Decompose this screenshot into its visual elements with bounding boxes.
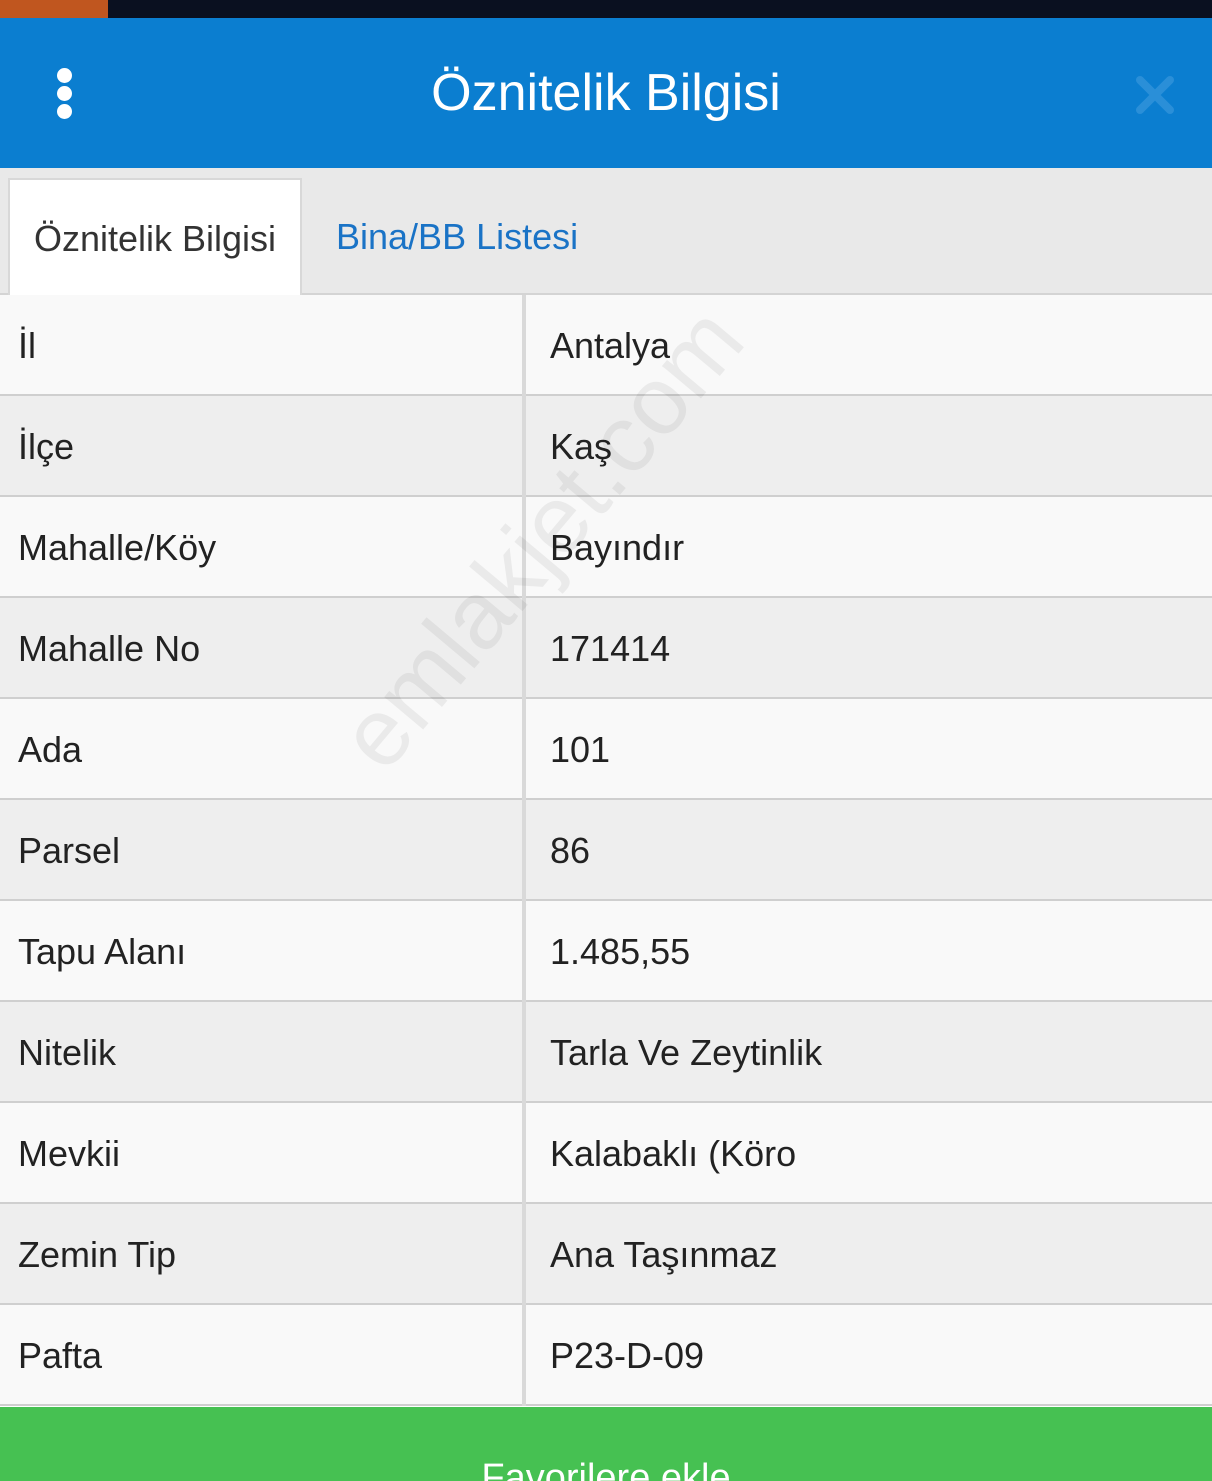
- header-bar: Öznitelik Bilgisi: [0, 18, 1212, 168]
- more-vertical-icon[interactable]: [44, 58, 86, 128]
- row-value: Tarla Ve Zeytinlik: [550, 1032, 823, 1073]
- table-row: İlçe Kaş: [0, 396, 1212, 497]
- row-label: Pafta: [18, 1335, 103, 1376]
- table-row: Pafta P23-D-09: [0, 1305, 1212, 1406]
- page-title: Öznitelik Bilgisi: [431, 64, 781, 122]
- row-value: Kalabaklı (Köro: [550, 1133, 797, 1174]
- column-divider: [522, 901, 526, 1002]
- row-value: Bayındır: [550, 527, 685, 568]
- row-label: Mevkii: [18, 1133, 121, 1174]
- table-row: İl Antalya: [0, 295, 1212, 396]
- close-icon[interactable]: [1134, 74, 1176, 116]
- row-label: İlçe: [18, 426, 75, 467]
- column-divider: [522, 800, 526, 901]
- column-divider: [522, 396, 526, 497]
- tab-bina-bb-listesi[interactable]: Bina/BB Listesi: [336, 178, 578, 295]
- row-label: Zemin Tip: [18, 1234, 177, 1275]
- row-value: 1.485,55: [550, 931, 691, 972]
- row-value: 171414: [550, 628, 671, 669]
- column-divider: [522, 1103, 526, 1204]
- status-bar-accent: [0, 0, 108, 18]
- row-label: Tapu Alanı: [18, 931, 187, 972]
- tab-oznitelik-bilgisi[interactable]: Öznitelik Bilgisi: [8, 178, 302, 295]
- add-to-favorites-button[interactable]: Favorilere ekle: [0, 1407, 1212, 1481]
- table-row: Zemin Tip Ana Taşınmaz: [0, 1204, 1212, 1305]
- column-divider: [522, 1204, 526, 1305]
- add-to-favorites-label: Favorilere ekle: [481, 1457, 731, 1481]
- row-value: Antalya: [550, 325, 671, 366]
- tab-bar: Öznitelik Bilgisi Bina/BB Listesi: [0, 168, 1212, 295]
- row-value: Kaş: [550, 426, 613, 467]
- row-label: İl: [18, 325, 36, 366]
- attribute-table: İl Antalya İlçe Kaş Mahalle/Köy Bayındır…: [0, 295, 1212, 1407]
- table-row: Mahalle No 171414: [0, 598, 1212, 699]
- table-row: Mahalle/Köy Bayındır: [0, 497, 1212, 598]
- row-label: Ada: [18, 729, 83, 770]
- column-divider: [522, 295, 526, 396]
- row-value: Ana Taşınmaz: [550, 1234, 778, 1275]
- table-row: Parsel 86: [0, 800, 1212, 901]
- row-label: Parsel: [18, 830, 121, 871]
- column-divider: [522, 1002, 526, 1103]
- column-divider: [522, 598, 526, 699]
- status-bar: [0, 0, 1212, 18]
- row-label: Nitelik: [18, 1032, 117, 1073]
- table-row: Ada 101: [0, 699, 1212, 800]
- table-row: Nitelik Tarla Ve Zeytinlik: [0, 1002, 1212, 1103]
- row-value: 101: [550, 729, 611, 770]
- row-label: Mahalle/Köy: [18, 527, 217, 568]
- row-value: P23-D-09: [550, 1335, 705, 1376]
- table-row: Tapu Alanı 1.485,55: [0, 901, 1212, 1002]
- row-value: 86: [550, 830, 591, 871]
- row-label: Mahalle No: [18, 628, 201, 669]
- column-divider: [522, 699, 526, 800]
- table-row: Mevkii Kalabaklı (Köro: [0, 1103, 1212, 1204]
- column-divider: [522, 497, 526, 598]
- column-divider: [522, 1305, 526, 1406]
